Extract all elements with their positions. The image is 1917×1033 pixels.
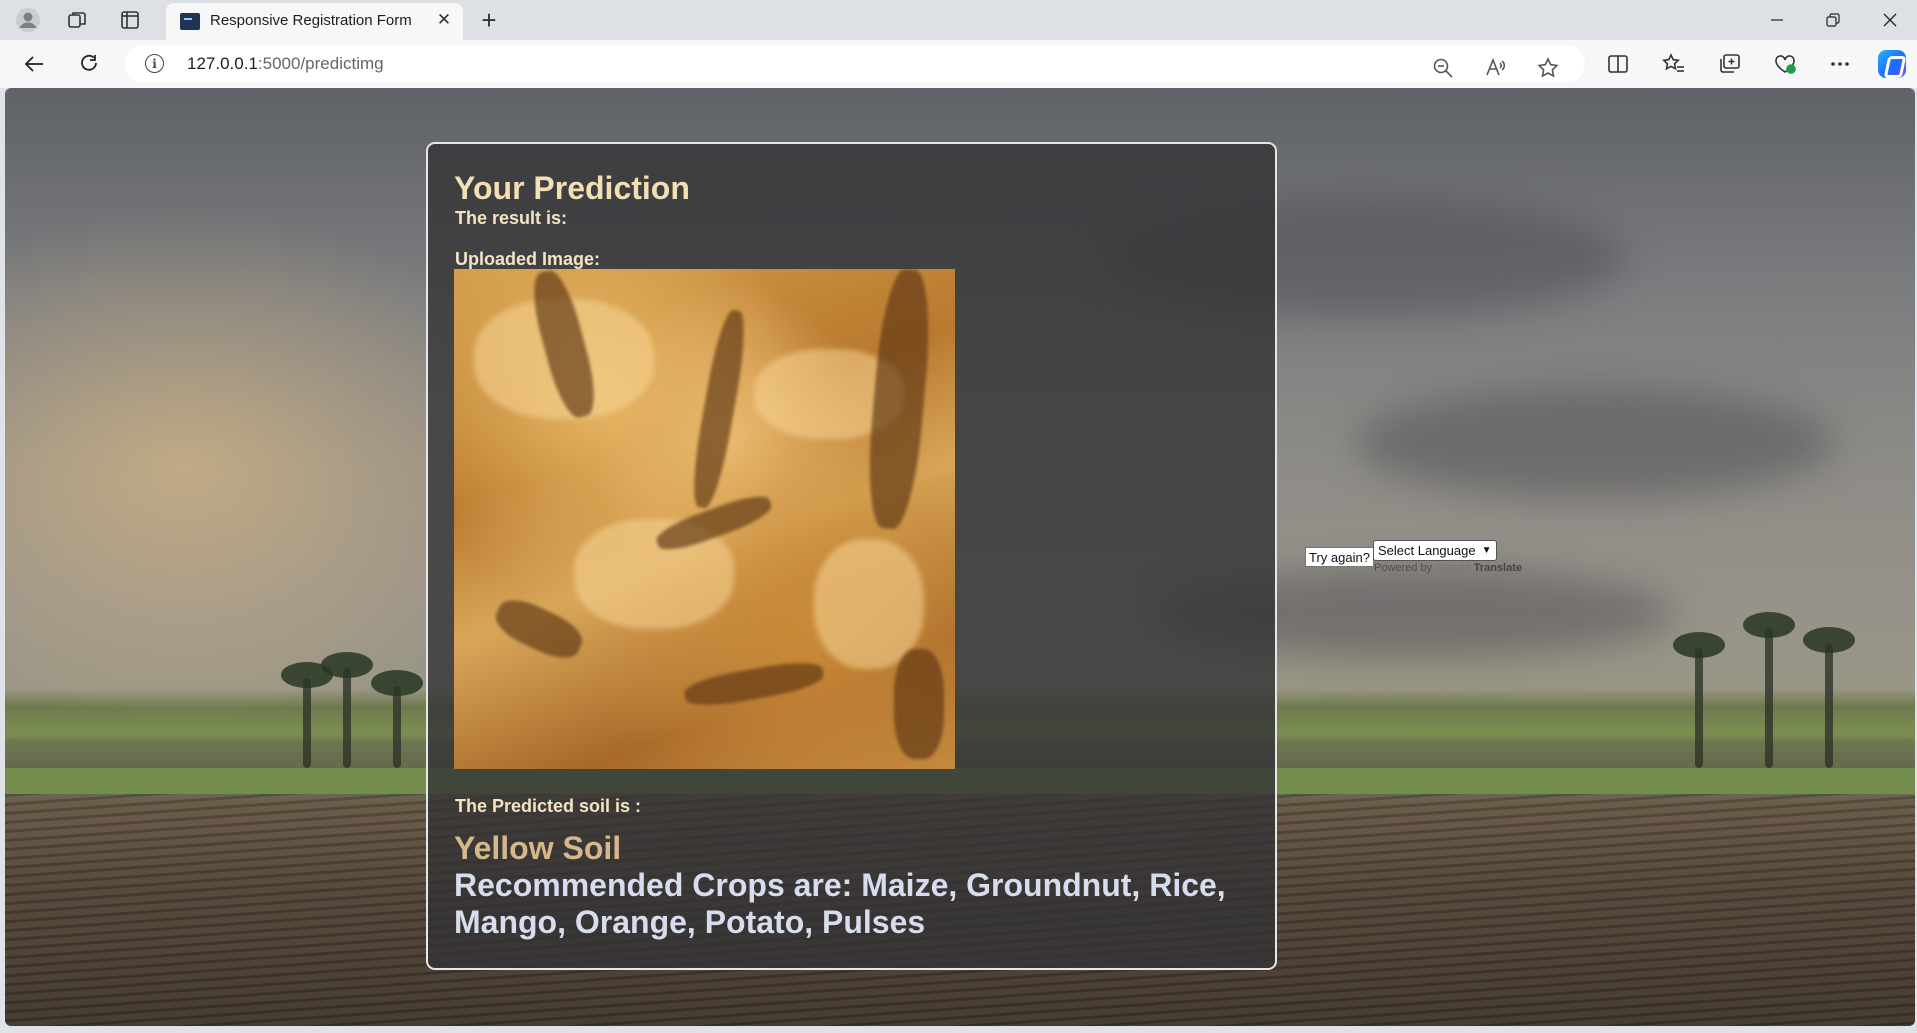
predicted-soil-label: The Predicted soil is : [455, 796, 642, 816]
prediction-card: Your Prediction The result is: Uploaded … [426, 142, 1277, 970]
google-logo-text[interactable]: Google [1435, 562, 1470, 574]
predicted-soil-name: Yellow Soil [454, 830, 622, 866]
language-select-value: Select Language [1378, 543, 1476, 558]
powered-by-text: Powered by [1374, 562, 1433, 574]
site-info-icon[interactable]: i [145, 54, 164, 73]
palm-tree [1803, 627, 1855, 768]
uploaded-image-label: Uploaded Image: [455, 249, 601, 269]
google-translate-attribution: Powered by Google Translate [1374, 562, 1522, 574]
url-text[interactable]: 127.0.0.1:5000/predictimg [187, 54, 384, 74]
favorites-icon[interactable] [1657, 48, 1691, 80]
back-icon[interactable] [18, 48, 50, 80]
soil-crack [686, 307, 752, 511]
restore-icon[interactable] [1813, 6, 1853, 34]
palm-tree [1673, 632, 1725, 768]
browser-toolbar: i 127.0.0.1:5000/predictimg [0, 40, 1917, 88]
workspaces-icon[interactable] [63, 6, 91, 34]
soil-crack [489, 591, 589, 667]
address-bar[interactable]: i 127.0.0.1:5000/predictimg [125, 45, 1585, 82]
palm-tree [1743, 612, 1795, 768]
try-again-link[interactable]: Try again? [1305, 547, 1374, 567]
browser-tab-bar: Responsive Registration Form ✕ + [0, 0, 1917, 40]
palm-tree [321, 652, 373, 768]
tab-title: Responsive Registration Form [210, 12, 412, 29]
close-tab-icon[interactable]: ✕ [433, 9, 455, 31]
chevron-down-icon: ▼ [1481, 545, 1492, 556]
refresh-icon[interactable] [73, 48, 105, 80]
palm-tree [281, 662, 333, 768]
page-title: Your Prediction [454, 170, 690, 206]
zoom-out-icon[interactable] [1428, 53, 1458, 83]
page-viewport: Your Prediction The result is: Uploaded … [5, 88, 1915, 1026]
soil-crack [862, 269, 936, 531]
language-select[interactable]: Select Language ▼ [1373, 540, 1497, 561]
soil-crack [894, 649, 944, 759]
read-aloud-icon[interactable] [1480, 53, 1510, 83]
soil-crack [682, 657, 826, 711]
terminal-favicon-icon [180, 13, 200, 30]
url-path: :5000/predictimg [257, 54, 384, 73]
tab-actions-icon[interactable] [116, 6, 144, 34]
close-window-icon[interactable] [1870, 6, 1910, 34]
url-host: 127.0.0.1 [187, 54, 258, 73]
tab-responsive-registration-form[interactable]: Responsive Registration Form ✕ [166, 3, 463, 40]
minimize-icon[interactable] [1757, 6, 1797, 34]
favorite-star-icon[interactable] [1533, 53, 1563, 83]
split-screen-icon[interactable] [1601, 48, 1635, 80]
profile-icon[interactable] [14, 6, 42, 34]
recommended-crops: Recommended Crops are: Maize, Groundnut,… [454, 867, 1226, 940]
collections-icon[interactable] [1713, 48, 1747, 80]
uploaded-soil-image [454, 269, 955, 769]
copilot-icon[interactable] [1878, 50, 1906, 78]
result-label: The result is: [455, 208, 568, 228]
translate-text: Translate [1473, 562, 1523, 574]
soil-highlight [814, 539, 924, 669]
palm-tree [371, 670, 423, 768]
new-tab-button[interactable]: + [474, 5, 504, 35]
cloud [1355, 388, 1835, 498]
browser-essentials-icon[interactable] [1768, 48, 1802, 80]
more-icon[interactable] [1823, 48, 1857, 80]
